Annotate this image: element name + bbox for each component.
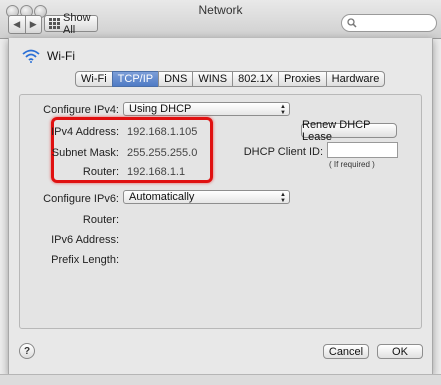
tab-8021x[interactable]: 802.1X (232, 71, 279, 87)
nav-buttons: ◀ ▶ (8, 15, 42, 34)
ok-button[interactable]: OK (377, 344, 423, 359)
configure-ipv4-label: Configure IPv4: (43, 104, 119, 116)
router-value: 192.168.1.1 (127, 166, 186, 178)
configure-ipv4-select[interactable]: Using DHCP ▲ ▼ (123, 102, 290, 116)
search-input[interactable] (341, 14, 437, 32)
configure-ipv6-value: Automatically (129, 191, 195, 203)
grid-icon (49, 18, 60, 29)
client-id-hint: ( If required ) (329, 160, 375, 169)
forward-button[interactable]: ▶ (24, 16, 42, 33)
tab-tcpip[interactable]: TCP/IP (111, 71, 160, 87)
prefix-length-label: Prefix Length: (51, 254, 119, 266)
tab-wins[interactable]: WINS (192, 71, 234, 87)
help-button[interactable]: ? (19, 343, 35, 359)
subnet-mask-value: 255.255.255.0 (127, 147, 198, 159)
ipv4-address-value: 192.168.1.105 (127, 126, 198, 138)
interface-header: Wi-Fi (21, 49, 75, 63)
dhcp-client-id-field[interactable] (327, 142, 398, 158)
chevron-updown-icon: ▲ ▼ (280, 192, 286, 204)
search-icon (347, 18, 357, 28)
configure-ipv4-value: Using DHCP (129, 103, 192, 115)
window-titlebar: Network ◀ ▶ Show All (0, 0, 441, 39)
configure-ipv6-select[interactable]: Automatically ▲ ▼ (123, 190, 290, 204)
renew-dhcp-lease-button[interactable]: Renew DHCP Lease (301, 119, 397, 143)
dhcp-client-id-label: DHCP Client ID: (243, 146, 323, 158)
tab-hardware[interactable]: Hardware (325, 71, 386, 87)
tab-proxies[interactable]: Proxies (277, 71, 327, 87)
tab-wifi[interactable]: Wi-Fi (75, 71, 113, 87)
chevron-updown-icon: ▲ ▼ (280, 104, 286, 116)
tab-dns[interactable]: DNS (158, 71, 194, 87)
configure-ipv6-label: Configure IPv6: (43, 193, 119, 205)
ipv6-router-label: Router: (82, 214, 119, 226)
show-all-button[interactable]: Show All (44, 12, 98, 36)
router-label: Router: (82, 166, 119, 178)
tab-bar: Wi-Fi TCP/IP DNS WINS 802.1X Proxies Har… (75, 71, 386, 87)
ipv6-address-label: IPv6 Address: (51, 234, 119, 246)
subnet-mask-label: Subnet Mask: (51, 147, 119, 159)
advanced-sheet: Wi-Fi Wi-Fi TCP/IP DNS WINS 802.1X Proxi… (8, 38, 433, 375)
back-button[interactable]: ◀ (9, 16, 25, 33)
wifi-icon (22, 49, 40, 63)
cancel-button[interactable]: Cancel (323, 344, 369, 359)
window-footer (0, 374, 441, 385)
show-all-label: Show All (63, 11, 91, 36)
interface-name: Wi-Fi (47, 49, 75, 63)
ipv4-address-label: IPv4 Address: (51, 126, 119, 138)
